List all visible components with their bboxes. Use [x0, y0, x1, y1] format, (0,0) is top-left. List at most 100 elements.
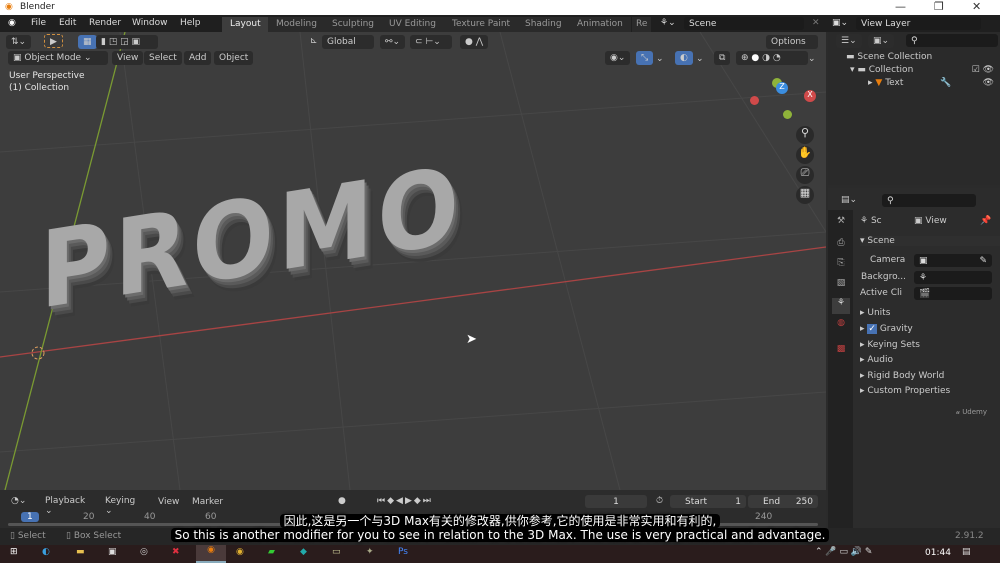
end-frame-field[interactable]: End 250 — [748, 495, 818, 508]
editor-type-button[interactable]: ⇅⌄ — [6, 35, 32, 49]
tool-tab-icon[interactable]: ⚒ — [832, 216, 850, 232]
outliner-filter-icon[interactable]: ▣⌄ — [868, 34, 895, 48]
view-layer-tab-icon[interactable]: ▧ — [832, 278, 850, 294]
view-layer-field[interactable]: View Layer — [856, 17, 981, 30]
chrome-icon[interactable]: ◉ — [236, 547, 244, 557]
auto-keying-button[interactable]: ● — [333, 494, 363, 508]
outliner-search-input[interactable]: ⚲ — [906, 34, 998, 47]
app-teal-icon[interactable]: ◆ — [300, 547, 307, 557]
menu-window[interactable]: Window — [132, 18, 168, 28]
gizmo-neg-y-icon[interactable] — [783, 110, 792, 119]
overlay-toggle-icon[interactable]: ◐ — [675, 51, 693, 65]
options-dropdown[interactable]: Options — [766, 35, 818, 49]
gizmo-toggle-icon[interactable]: ⤡ — [636, 51, 654, 65]
render-tab-icon[interactable]: ⎙ — [832, 238, 850, 254]
3d-viewport[interactable]: PROMO ⇅⌄ ▶ ▦ ▮ ◳ ◲ ▣ ⊾ Global ⚯⌄ ⊂ ⊢⌄ ● … — [0, 32, 826, 490]
select-mode-new-button[interactable]: ▦ — [78, 35, 97, 49]
gravity-checkbox[interactable]: ✓ — [867, 324, 877, 334]
gizmo-x-icon[interactable]: X — [804, 90, 816, 102]
playback-dropdown[interactable]: Playback ⌄ — [40, 494, 96, 516]
text-object-item[interactable]: ▸ ▼ Text 🔧 👁 — [868, 78, 998, 88]
tab-layout[interactable]: Layout — [222, 17, 269, 32]
camera-field[interactable]: ▣ ✎ — [914, 254, 992, 267]
shading-mode-buttons[interactable]: ⊕ ● ◑ ◔ — [736, 51, 808, 65]
visibility-eye-icon[interactable]: 👁 — [983, 78, 994, 88]
current-frame-field[interactable]: 1 — [585, 495, 647, 508]
menu-help[interactable]: Help — [180, 18, 201, 28]
ortho-grid-icon[interactable]: ▦ — [796, 186, 814, 204]
timeline-editor-type-icon[interactable]: ◔⌄ — [6, 494, 32, 508]
scene-tab-icon[interactable]: ⚘ — [832, 298, 850, 314]
tab-sculpting[interactable]: Sculpting — [324, 17, 383, 32]
timeline-marker-menu[interactable]: Marker — [192, 497, 223, 507]
close-button[interactable]: ✕ — [972, 0, 981, 13]
visibility-icon[interactable]: ◉⌄ — [605, 51, 631, 65]
blender-menu-icon[interactable]: ◉ — [8, 18, 16, 28]
tab-shading[interactable]: Shading — [517, 17, 570, 32]
mode-dropdown[interactable]: ▣ Object Mode ⌄ — [8, 51, 108, 65]
exclude-checkbox-eye-icon[interactable]: ☑ 👁 — [972, 65, 994, 75]
notes-icon[interactable]: ▭ — [332, 547, 341, 557]
notifications-icon[interactable]: ▤ — [962, 547, 971, 557]
gizmo-neg-x-icon[interactable] — [750, 96, 759, 105]
scene-selector-icon[interactable]: ⚘⌄ — [660, 18, 676, 28]
playback-controls[interactable]: ⏮◆◀▶◆⏭ — [372, 494, 474, 508]
panel-rigid-body-world[interactable]: ▸ Rigid Body World — [860, 371, 944, 381]
app-green-icon[interactable]: ▰ — [268, 547, 275, 557]
select-tool-button[interactable]: ▶ — [44, 34, 63, 48]
output-tab-icon[interactable]: ⎘ — [832, 258, 850, 274]
menu-file[interactable]: File — [31, 18, 46, 28]
app-icon-2[interactable]: ✦ — [366, 547, 374, 557]
photoshop-icon[interactable]: Ps — [398, 547, 408, 557]
panel-audio[interactable]: ▸ Audio — [860, 355, 893, 365]
app-red-icon[interactable]: ✖ — [172, 547, 180, 557]
store-icon[interactable]: ▣ — [108, 547, 117, 557]
collection-item[interactable]: ▾ ▬ Collection ☑ 👁 — [850, 65, 998, 75]
scene-remove-icon[interactable]: ✕ — [812, 18, 820, 28]
outliner-display-mode-icon[interactable]: ☰⌄ — [836, 34, 862, 48]
system-tray-icons[interactable]: ⌃ 🎤 ▭ 🔊 ✎ — [815, 547, 872, 557]
gizmo-z-icon[interactable]: Z — [776, 82, 788, 94]
pin-icon[interactable]: 📌 — [980, 216, 991, 226]
panel-keying-sets[interactable]: ▸ Keying Sets — [860, 340, 920, 350]
panel-custom-properties[interactable]: ▸ Custom Properties — [860, 386, 950, 396]
menu-view[interactable]: View — [112, 51, 144, 65]
tab-texture-paint[interactable]: Texture Paint — [444, 17, 519, 32]
select-mode-buttons[interactable]: ▮ ◳ ◲ ▣ — [96, 35, 158, 49]
properties-search-input[interactable]: ⚲ — [882, 194, 976, 207]
texture-tab-icon[interactable]: ▩ — [832, 344, 850, 360]
tab-uv-editing[interactable]: UV Editing — [381, 17, 444, 32]
pivot-icon[interactable]: ⚯⌄ — [380, 35, 406, 49]
menu-object[interactable]: Object — [214, 51, 254, 65]
scene-name-field[interactable]: Scene — [684, 17, 804, 30]
zoom-icon[interactable]: ⚲ — [796, 126, 814, 144]
menu-render[interactable]: Render — [89, 18, 121, 28]
pan-hand-icon[interactable]: ✋ — [796, 146, 814, 164]
world-tab-icon[interactable]: ◍ — [832, 318, 850, 334]
panel-units[interactable]: ▸ Units — [860, 308, 890, 318]
menu-edit[interactable]: Edit — [59, 18, 76, 28]
tab-modeling[interactable]: Modeling — [268, 17, 325, 32]
proportional-edit-icon[interactable]: ● ⋀ — [460, 35, 489, 49]
properties-editor-type-icon[interactable]: ▤⌄ — [836, 193, 863, 207]
orientation-dropdown[interactable]: Global — [322, 35, 374, 49]
app-icon[interactable]: ◎ — [140, 547, 148, 557]
maximize-button[interactable]: ❐ — [934, 0, 944, 13]
panel-gravity[interactable]: ▸ ✓ Gravity — [860, 324, 913, 334]
tab-animation[interactable]: Animation — [569, 17, 631, 32]
minimize-button[interactable]: — — [895, 0, 906, 13]
menu-select[interactable]: Select — [144, 51, 182, 65]
blender-taskbar-icon[interactable]: ◉ — [196, 545, 226, 563]
windows-start-icon[interactable]: ⊞ — [10, 547, 18, 557]
scene-collection-item[interactable]: ▬ Scene Collection — [846, 52, 932, 62]
file-explorer-icon[interactable]: ▬ — [76, 547, 85, 557]
modifier-wrench-icon[interactable]: 🔧 — [940, 78, 951, 88]
snap-icon[interactable]: ⊂ ⊢⌄ — [410, 35, 452, 49]
start-frame-field[interactable]: Start 1 — [670, 495, 746, 508]
camera-view-icon[interactable]: ⎚ — [796, 166, 814, 184]
edge-icon[interactable]: ◐ — [42, 547, 50, 557]
xray-icon[interactable]: ⧉ — [714, 51, 731, 65]
background-scene-field[interactable]: ⚘ — [914, 271, 992, 284]
tab-rendering[interactable]: Re — [632, 17, 652, 32]
menu-add[interactable]: Add — [184, 51, 212, 65]
